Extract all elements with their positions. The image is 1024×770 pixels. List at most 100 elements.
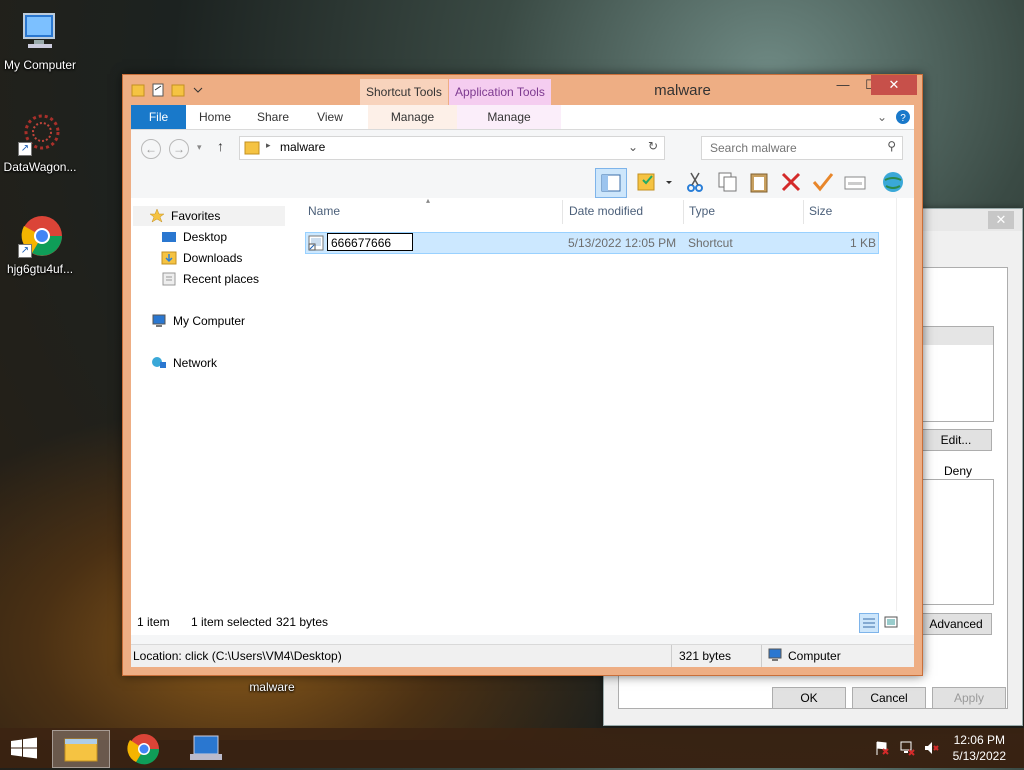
column-divider[interactable] [562,200,563,224]
nav-item-desktop[interactable]: Desktop [161,227,227,247]
paste-icon[interactable] [747,170,771,194]
location-bar: Location: click (C:\Users\VM4\Desktop) 3… [131,644,914,667]
computer-icon [767,648,783,665]
help-icon[interactable]: ? [895,105,911,129]
navigation-pane: Favorites Desktop Downloads Recent place… [131,198,296,635]
chrome-icon: ↗ [18,214,62,258]
file-type: Shortcut [688,236,733,250]
status-item-count: 1 item [137,615,170,629]
dialog-close-button[interactable]: ✕ [988,211,1014,229]
computer-icon [190,735,222,760]
network-tray-icon[interactable] [899,740,915,759]
location-zone: Computer [788,649,841,663]
desktop-icon-label: hjg6gtu4uf... [6,262,74,276]
copy-icon[interactable] [715,170,739,194]
cut-icon[interactable] [683,170,707,194]
clock-time: 12:06 PM [953,733,1005,747]
address-bar[interactable]: ▸ malware ⌄ ↻ [239,136,665,160]
rename-checkmark-icon[interactable] [811,170,835,194]
ribbon-expand-chevron-icon[interactable]: ⌄ [875,105,889,129]
ok-button[interactable]: OK [772,687,846,709]
desktop-icon [161,230,177,244]
tab-manage-shortcut[interactable]: Manage [368,105,457,129]
nav-item-my-computer[interactable]: My Computer [151,311,245,331]
command-toolbar [131,164,914,198]
edit-button[interactable]: Edit... [920,429,992,451]
permissions-list[interactable] [920,479,994,605]
taskbar-chrome[interactable] [116,730,172,766]
nav-item-label: Recent places [183,272,260,286]
volume-muted-icon[interactable] [923,740,939,759]
desktop-icon-label: malware [249,680,295,694]
system-clock[interactable]: 12:06 PM 5/13/2022 [953,732,1006,764]
svg-text:?: ? [900,113,906,124]
desktop-icon-label: DataWagon... [3,160,77,174]
cancel-button[interactable]: Cancel [852,687,926,709]
computer-icon [151,314,167,328]
recent-locations-chevron-icon[interactable]: ▾ [197,142,202,153]
nav-item-recent-places[interactable]: Recent places [161,269,259,289]
desktop-icon-my-computer[interactable]: My Computer [0,10,80,72]
column-divider[interactable] [803,200,804,224]
column-header-name[interactable]: Name [308,204,340,218]
address-dropdown-chevron-icon[interactable]: ⌄ [628,140,638,154]
back-button[interactable]: ← [141,139,161,159]
column-header-date-modified[interactable]: Date modified [569,204,643,218]
preview-pane-icon[interactable] [595,168,627,198]
column-divider[interactable] [683,200,684,224]
column-header-type[interactable]: Type [689,204,715,218]
tab-home[interactable]: Home [193,105,237,129]
address-row: ← → ▾ ↑ ▸ malware ⌄ ↻ ⚲ [131,130,914,164]
minimize-button[interactable]: — [829,75,857,95]
nav-item-favorites[interactable]: Favorites [133,206,285,226]
action-center-flag-icon[interactable] [874,740,890,759]
divider [761,645,762,667]
large-icons-view-icon[interactable] [883,614,899,633]
nav-item-label: Network [173,356,218,370]
tab-view[interactable]: View [308,105,352,129]
search-box: ⚲ [701,136,903,160]
start-button[interactable] [0,730,48,766]
taskbar-remote-app[interactable] [178,730,234,766]
vertical-scrollbar[interactable] [896,198,914,635]
nav-item-downloads[interactable]: Downloads [161,248,242,268]
desktop-icon-malware-folder[interactable]: malware [232,680,312,694]
file-size: 1 KB [850,236,877,250]
select-folder-icon[interactable] [635,170,659,194]
search-icon[interactable]: ⚲ [887,139,896,153]
explorer-titlebar[interactable]: Shortcut Tools Application Tools malware… [123,75,922,105]
desktop-icon-chrome-shortcut[interactable]: ↗ hjg6gtu4uf... [0,214,80,276]
chrome-icon [127,734,160,765]
shortcut-arrow-icon: ↗ [18,244,32,258]
tab-share[interactable]: Share [251,105,295,129]
desktop-icon-datawagon[interactable]: ↗ DataWagon... [0,112,80,174]
up-arrow-icon[interactable]: ↑ [217,138,224,154]
breadcrumb-chevron-icon[interactable]: ▸ [266,140,271,151]
delete-icon[interactable] [779,170,803,194]
tab-manage-application[interactable]: Manage [457,105,561,129]
nav-item-network[interactable]: Network [151,353,217,373]
advanced-button[interactable]: Advanced [920,613,992,635]
search-input[interactable] [708,140,882,156]
details-view-icon[interactable] [859,613,879,633]
tab-file[interactable]: File [131,105,186,129]
rename-field[interactable]: 666677666 [327,233,413,251]
refresh-icon[interactable]: ↻ [648,139,658,153]
sort-arrow-icon: ▴ [426,196,431,205]
nav-item-label: Favorites [171,209,221,223]
table-row[interactable]: 666677666 5/13/2022 12:05 PM Shortcut 1 … [305,232,879,254]
globe-icon[interactable] [881,170,905,194]
properties-window-icon[interactable] [843,170,867,194]
taskbar-file-explorer[interactable] [52,730,110,768]
apply-button[interactable]: Apply [932,687,1006,709]
nav-item-label: Downloads [183,251,243,265]
forward-button[interactable]: → [169,139,189,159]
close-button[interactable]: ✕ [871,75,917,95]
status-bar: 1 item 1 item selected 321 bytes [131,611,914,635]
selected-list-item[interactable] [921,327,993,345]
ribbon-tab-bar: File Home Share View Manage Manage ⌄ ? [131,105,914,130]
column-header-size[interactable]: Size [809,204,832,218]
breadcrumb-item-malware[interactable]: malware [280,140,325,154]
group-user-list[interactable] [920,326,994,422]
chevron-down-icon[interactable] [663,170,675,194]
